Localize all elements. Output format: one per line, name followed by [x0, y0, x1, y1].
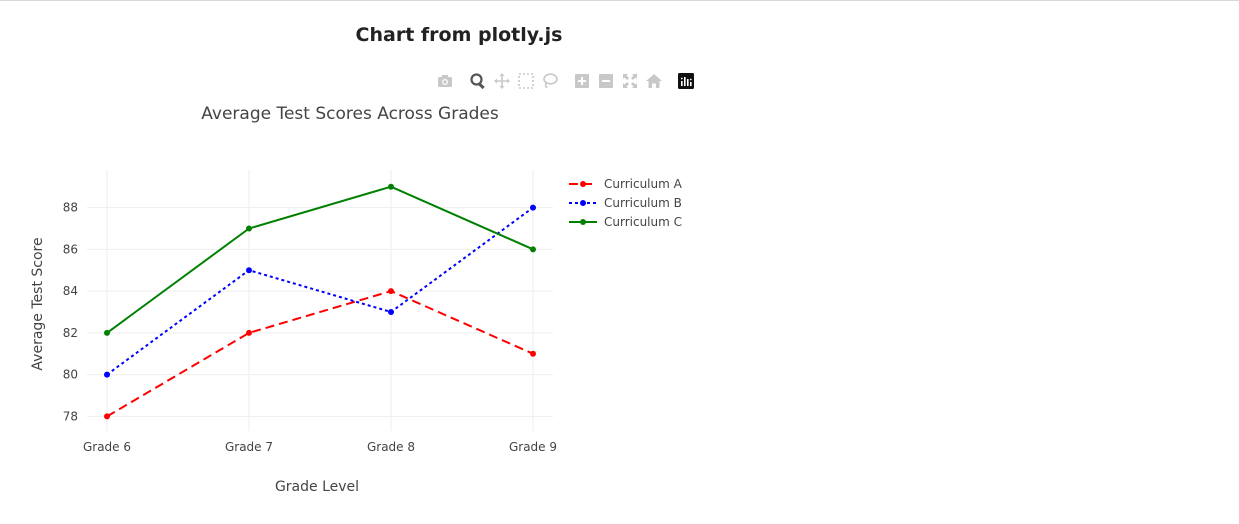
series-points [104, 183, 536, 420]
data-point [104, 413, 110, 420]
chart-title: Average Test Scores Across Grades [201, 104, 499, 124]
legend-label: Curriculum A [604, 177, 683, 191]
y-tick-label: 78 [63, 409, 78, 423]
x-tick-label: Grade 6 [83, 440, 131, 454]
y-tick-label: 88 [63, 201, 78, 215]
legend-item: Curriculum A [569, 177, 683, 191]
legend-item: Curriculum C [569, 215, 682, 229]
data-point [104, 371, 110, 378]
legend-marker [580, 200, 586, 206]
chart: Average Test Scores Across Grades Grade … [30, 104, 683, 495]
y-tick-label: 80 [63, 368, 78, 382]
y-axis-title: Average Test Score [30, 237, 46, 370]
y-tick-label: 82 [63, 326, 78, 340]
x-tick-label: Grade 7 [225, 440, 273, 454]
data-point [530, 204, 536, 211]
legend-marker [580, 219, 586, 225]
series-line-0 [106, 290, 534, 418]
legend-label: Curriculum B [604, 196, 682, 210]
x-axis-title: Grade Level [275, 479, 359, 495]
grid [87, 170, 553, 431]
x-tick-label: Grade 9 [509, 440, 557, 454]
y-axis-ticks: 78 80 82 84 86 88 [63, 201, 78, 424]
data-point [530, 246, 536, 253]
series-lines [106, 185, 534, 418]
data-point [388, 288, 394, 295]
legend-item: Curriculum B [569, 196, 682, 210]
data-point [246, 329, 252, 336]
data-point [246, 225, 252, 232]
data-point [246, 267, 252, 274]
x-tick-label: Grade 8 [367, 440, 415, 454]
y-tick-label: 84 [63, 284, 78, 298]
x-axis-ticks: Grade 6 Grade 7 Grade 8 Grade 9 [83, 440, 557, 454]
data-point [388, 308, 394, 315]
data-point [530, 350, 536, 357]
data-point [104, 329, 110, 336]
legend: Curriculum A Curriculum B Curriculum C [569, 177, 683, 229]
y-tick-label: 86 [63, 242, 78, 256]
data-point [388, 183, 394, 190]
legend-marker [580, 181, 586, 187]
legend-label: Curriculum C [604, 215, 682, 229]
